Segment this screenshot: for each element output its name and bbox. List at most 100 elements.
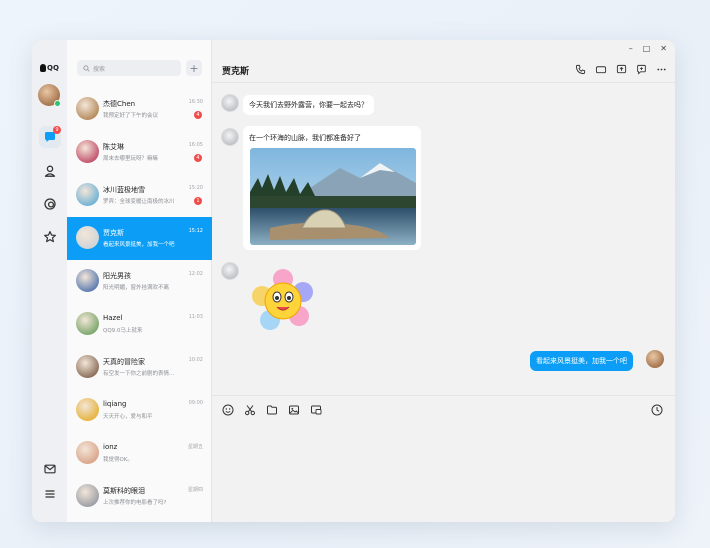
- chat-avatar: [76, 484, 99, 507]
- composer-toolbar: [222, 404, 322, 416]
- chat-list-item[interactable]: 阳光男孩阳光明媚，窗外挂满欢不离 12:02: [67, 260, 212, 303]
- chat-time: 15:12: [188, 228, 203, 234]
- messages-badge: 9: [53, 126, 61, 134]
- chat-avatar: [76, 312, 99, 335]
- add-button[interactable]: +: [186, 60, 202, 76]
- video-call-icon[interactable]: [595, 64, 607, 75]
- chat-list-panel: 搜索 + 杰德Chen 我预定好了下午的会议 16:30 4 陈艾琳 周末去哪里玩呀？嘛嘛…: [67, 40, 212, 522]
- online-status-dot: [54, 100, 61, 107]
- chat-list-item[interactable]: 冰川蓝极地雪罗宾：全球变暖让南极的冰川 15:20 1: [67, 174, 212, 217]
- message-bubble: 在一个环海的山脉，我们都准备好了: [249, 134, 361, 142]
- minimize-button[interactable]: –: [629, 44, 633, 53]
- camping-photo[interactable]: [250, 148, 416, 245]
- flower-emoji-sticker[interactable]: [250, 268, 316, 334]
- nav-rail: QQ 9: [32, 40, 67, 522]
- my-message-avatar[interactable]: [646, 350, 664, 368]
- chat-time: 星期四: [187, 487, 203, 493]
- chat-avatar: [76, 183, 99, 206]
- chat-preview: 阳光明媚，窗外挂满欢不离: [103, 285, 170, 291]
- chat-name: liqiang: [103, 400, 127, 408]
- chat-list-item[interactable]: 杰德Chen 我预定好了下午的会议 16:30 4: [67, 88, 212, 131]
- chat-avatar: [76, 226, 99, 249]
- penguin-icon: [40, 64, 46, 72]
- chat-list-item[interactable]: Hazel QQ9.0马上就来 11:03: [67, 303, 212, 346]
- message-bubble: 今天我们去野外露营，你要一起去吗？: [243, 95, 374, 115]
- chat-avatar: [76, 269, 99, 292]
- nav-favorites[interactable]: [39, 226, 61, 248]
- phone-icon[interactable]: [575, 64, 586, 75]
- chat-avatar: [76, 355, 99, 378]
- app-logo-text: QQ: [47, 64, 59, 72]
- app-logo: QQ: [40, 64, 59, 72]
- nav-mail[interactable]: [39, 458, 61, 480]
- unread-badge: 1: [194, 197, 202, 205]
- star-icon: [44, 231, 56, 243]
- maximize-button[interactable]: □: [643, 44, 651, 53]
- chat-name: 天真的冒险家: [103, 358, 145, 366]
- unread-badge: 4: [194, 154, 202, 162]
- conversation-panel: – □ ✕ 贾克斯 今天我们去野外露营，你要一起去吗？ 在一个环海的山脉，我们都…: [212, 40, 675, 522]
- chat-list-item[interactable]: 陈艾琳周末去哪里玩呀？嘛嘛 16:05 4: [67, 131, 212, 174]
- chat-list-item[interactable]: ionz 我觉得OK。 星期五: [67, 432, 212, 475]
- chat-bubble-icon[interactable]: [636, 64, 647, 75]
- scissors-icon[interactable]: [244, 404, 256, 416]
- history-clock-icon[interactable]: [651, 404, 663, 416]
- chat-name: 阳光男孩: [103, 272, 131, 280]
- chat-preview: 看起来风景挺美，加我一个吧: [103, 242, 175, 248]
- chat-name: 贾克斯: [103, 229, 124, 237]
- chat-preview: 我预定好了下午的会议: [103, 113, 159, 119]
- chat-time: 11:03: [188, 314, 203, 320]
- chat-preview: 上次推荐你的电影看了吗?: [103, 500, 167, 506]
- chat-preview: 周末去哪里玩呀？嘛嘛: [103, 156, 159, 162]
- chat-time: 09:00: [188, 400, 203, 406]
- contact-avatar[interactable]: [221, 262, 239, 280]
- folder-icon[interactable]: [266, 404, 278, 416]
- chat-avatar: [76, 398, 99, 421]
- chat-preview: 有空发一下你之前剧的表情...: [103, 371, 175, 377]
- screen-share-icon[interactable]: [616, 64, 627, 75]
- contact-avatar[interactable]: [221, 128, 239, 146]
- chat-time: 16:30: [188, 99, 203, 105]
- search-placeholder: 搜索: [93, 65, 106, 73]
- nav-menu[interactable]: [39, 483, 61, 505]
- close-button[interactable]: ✕: [660, 44, 667, 53]
- header-divider: [212, 82, 675, 83]
- chat-time: 12:02: [188, 271, 203, 277]
- chat-time: 16:05: [188, 142, 203, 148]
- chat-preview: 天天开心，爱与和平: [103, 414, 153, 420]
- chat-list-item[interactable]: liqiang 天天开心，爱与和平 09:00: [67, 389, 212, 432]
- qq-window: QQ 9 搜索 + 杰德Chen 我预定好了下午的会议 16:30 4 陈艾琳 …: [32, 40, 675, 522]
- chat-preview: 罗宾：全球变暖让南极的冰川: [103, 199, 175, 205]
- hamburger-menu-icon: [45, 490, 55, 498]
- my-avatar[interactable]: [38, 84, 61, 107]
- emoji-icon[interactable]: [222, 404, 234, 416]
- image-icon[interactable]: [288, 404, 300, 416]
- lake-landscape-image: [250, 148, 416, 245]
- chat-list-item[interactable]: 天真的冒险家有空发一下你之前剧的表情... 10:02: [67, 346, 212, 389]
- chat-name: 陈艾琳: [103, 143, 124, 151]
- search-box[interactable]: 搜索: [77, 60, 181, 76]
- nav-contacts[interactable]: [39, 160, 61, 182]
- contact-avatar[interactable]: [221, 94, 239, 112]
- conversation-toolbar: [575, 64, 667, 75]
- chat-preview: 我觉得OK。: [103, 457, 133, 463]
- chat-avatar: [76, 97, 99, 120]
- conversation-title: 贾克斯: [222, 67, 250, 77]
- nav-messages[interactable]: 9: [39, 126, 61, 148]
- nav-space[interactable]: [39, 193, 61, 215]
- chat-avatar: [76, 140, 99, 163]
- chat-time: 星期五: [187, 444, 203, 450]
- window-controls: – □ ✕: [629, 44, 667, 53]
- chat-name: 冰川蓝极地雪: [103, 186, 145, 194]
- mail-icon: [44, 464, 56, 474]
- search-icon: [83, 64, 90, 72]
- screenshot-share-icon[interactable]: [310, 404, 322, 416]
- composer-divider: [212, 395, 675, 396]
- chat-time: 15:20: [188, 185, 203, 191]
- chat-list-item[interactable]: 贾克斯看起来风景挺美，加我一个吧 15:12: [67, 217, 212, 260]
- chat-avatar: [76, 441, 99, 464]
- chat-list-item[interactable]: 莫斯科的眼泪上次推荐你的电影看了吗? 星期四: [67, 475, 212, 518]
- chat-time: 10:02: [188, 357, 203, 363]
- more-icon[interactable]: [656, 64, 667, 75]
- chat-name: 莫斯科的眼泪: [103, 487, 145, 495]
